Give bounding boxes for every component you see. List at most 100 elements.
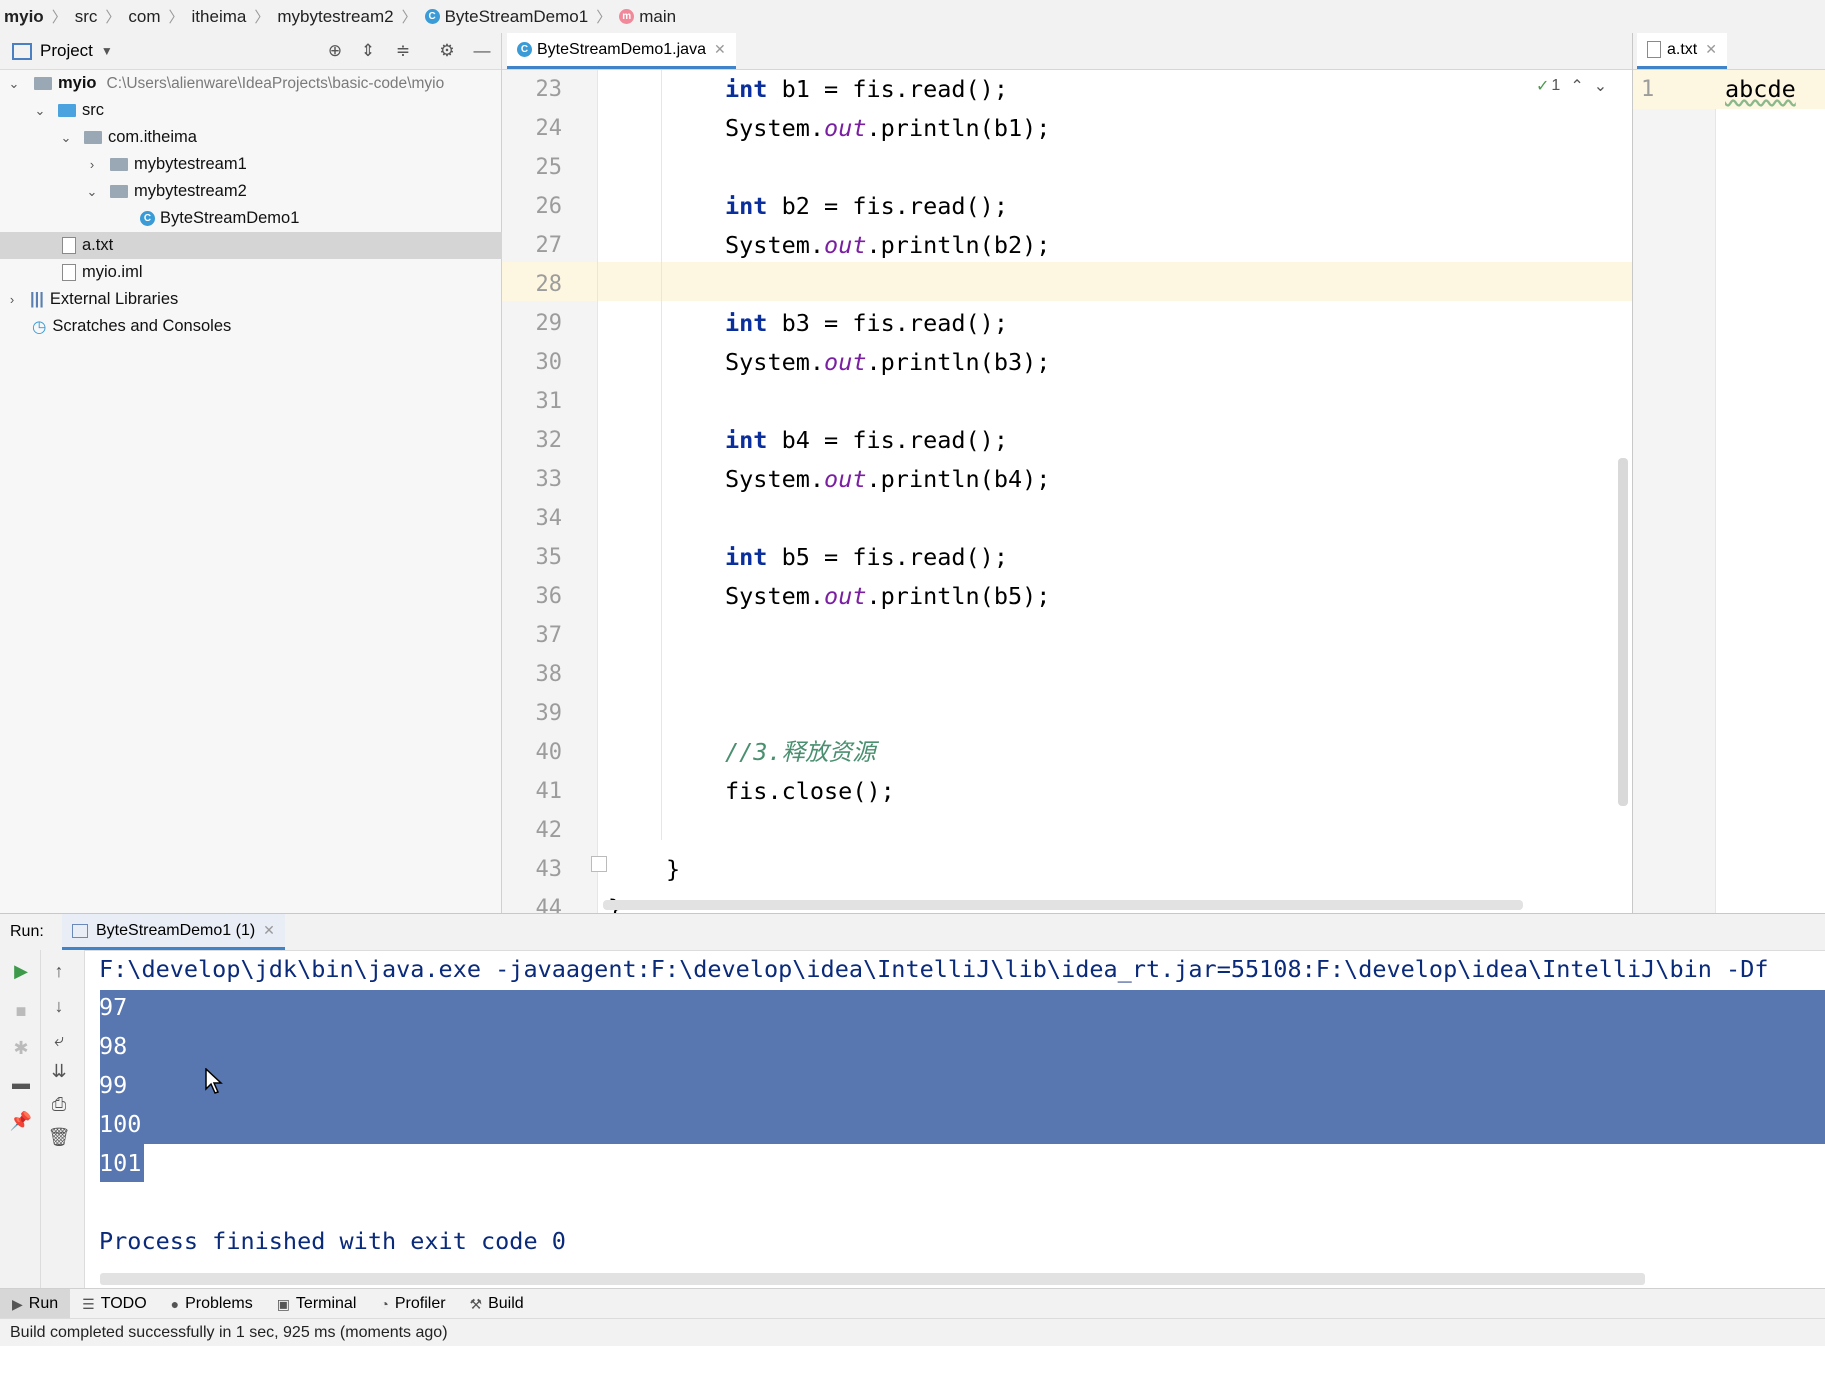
tool-terminal[interactable]: ▣ Terminal	[265, 1289, 369, 1319]
close-icon[interactable]: ✕	[714, 41, 726, 58]
class-icon: C	[517, 42, 532, 57]
breadcrumb-mybytestream2[interactable]: mybytestream2	[273, 7, 397, 27]
stop-icon[interactable]: ■	[8, 998, 34, 1024]
project-view-dropdown[interactable]: Project ▼	[12, 33, 113, 69]
tree-item-a-txt[interactable]: a.txt	[0, 232, 562, 259]
chevron-down-icon[interactable]: ⌄	[58, 130, 74, 146]
breadcrumb-main[interactable]: m main	[615, 7, 680, 27]
tree-item-myio[interactable]: ⌄ myio C:\Users\alienware\IdeaProjects\b…	[0, 70, 506, 97]
hammer-icon: ⚒	[469, 1295, 483, 1312]
down-arrow-icon[interactable]: ↓	[46, 993, 72, 1019]
chevron-down-icon[interactable]: ⌄	[84, 184, 100, 200]
method-icon: m	[619, 9, 635, 24]
tab-run-bytestreamdemo1[interactable]: ByteStreamDemo1 (1) ✕	[62, 914, 285, 950]
console-horizontal-scrollbar[interactable]	[100, 1273, 1645, 1285]
gear-icon[interactable]: ⚙	[437, 41, 457, 61]
line-number: 28	[535, 272, 563, 297]
tool-todo[interactable]: ☰ TODO	[70, 1289, 159, 1319]
hide-panel-icon[interactable]: —	[472, 41, 492, 61]
class-icon: C	[424, 9, 440, 24]
restore-layout-icon[interactable]: ✱	[8, 1035, 34, 1061]
next-highlight-icon[interactable]: ⌄	[1594, 76, 1607, 96]
line-number: 39	[535, 701, 563, 726]
breadcrumb-src[interactable]: src	[71, 7, 102, 27]
run-config-icon	[72, 923, 88, 938]
libraries-icon: |||	[30, 290, 44, 308]
expand-all-icon[interactable]: ⇕	[358, 41, 378, 61]
inspection-widget[interactable]: ✓ 1 ⌃ ⌄	[1536, 76, 1607, 96]
close-icon[interactable]: ✕	[263, 922, 275, 939]
locate-icon[interactable]: ⊕	[325, 41, 345, 61]
code-line: fis.close();	[725, 777, 895, 805]
console-output-line: 99	[99, 1071, 128, 1099]
line-number: 32	[535, 428, 563, 453]
problems-icon: ●	[170, 1296, 180, 1312]
chevron-right-icon[interactable]: ›	[84, 157, 100, 172]
editor-scrollbar[interactable]	[1618, 458, 1628, 806]
tab-bytestreamdemo1-java[interactable]: C ByteStreamDemo1.java ✕	[507, 33, 736, 69]
chevron-down-icon[interactable]: ⌄	[32, 103, 48, 119]
text-file-icon	[1647, 41, 1661, 58]
tree-item-mybytestream1[interactable]: › mybytestream1	[0, 151, 584, 178]
tool-window-bar: ▶ Run ☰ TODO ● Problems ▣ Terminal ◔ Profiler…	[0, 1288, 1825, 1319]
chevron-down-icon[interactable]: ⌄	[6, 76, 22, 92]
list-icon: ☰	[82, 1295, 95, 1312]
editor-horizontal-scrollbar[interactable]	[603, 900, 1523, 910]
breadcrumb-com[interactable]: com	[124, 7, 164, 27]
fold-marker-icon[interactable]	[591, 856, 607, 872]
console-exit-message: Process finished with exit code 0	[99, 1227, 566, 1255]
right-editor-gutter	[1633, 70, 1716, 913]
console-output-line: 100	[99, 1110, 142, 1138]
text-content[interactable]: abcde	[1725, 70, 1796, 109]
class-icon: C	[140, 211, 155, 226]
tree-item-myio-iml[interactable]: myio.iml	[0, 259, 562, 286]
right-editor-tabbar: a.txt ✕	[1633, 33, 1825, 70]
line-number: 27	[535, 233, 563, 258]
code-line: int b2 = fis.read();	[725, 192, 1008, 220]
breadcrumb-myio[interactable]: myio	[0, 7, 48, 27]
console-output[interactable]: F:\develop\jdk\bin\java.exe -javaagent:F…	[85, 950, 1825, 1288]
tab-a-txt[interactable]: a.txt ✕	[1637, 33, 1727, 69]
tree-item-mybytestream2[interactable]: ⌄ mybytestream2	[0, 178, 584, 205]
breadcrumb-bytestreamdemo1[interactable]: C ByteStreamDemo1	[421, 7, 593, 27]
tree-item-scratches[interactable]: ◷ Scratches and Consoles	[0, 313, 532, 340]
code-line: int b4 = fis.read();	[725, 426, 1008, 454]
tool-build[interactable]: ⚒ Build	[458, 1289, 536, 1319]
editor-tabbar: C ByteStreamDemo1.java ✕	[502, 33, 1632, 70]
tree-item-external-libraries[interactable]: › ||| External Libraries	[0, 286, 504, 313]
project-panel-icon	[12, 42, 32, 60]
line-number: 31	[535, 389, 563, 414]
up-arrow-icon[interactable]: ↑	[46, 958, 72, 984]
module-path: C:\Users\alienware\IdeaProjects\basic-co…	[106, 74, 445, 92]
scroll-to-end-icon[interactable]: ⇊	[46, 1058, 72, 1084]
line-number: 35	[535, 545, 563, 570]
previous-highlight-icon[interactable]: ⌃	[1570, 76, 1583, 96]
package-icon	[110, 158, 128, 171]
tool-problems[interactable]: ● Problems	[159, 1289, 265, 1319]
tree-item-src[interactable]: ⌄ src	[0, 97, 532, 124]
line-number: 1	[1641, 77, 1655, 102]
code-line: }	[666, 855, 681, 883]
breadcrumb-itheima[interactable]: itheima	[188, 7, 251, 27]
tool-run[interactable]: ▶ Run	[0, 1289, 71, 1319]
console-output-line: 101	[99, 1149, 142, 1177]
pin-icon[interactable]: 📌	[8, 1108, 34, 1134]
inspection-count: 1	[1551, 77, 1561, 94]
trash-icon[interactable]: 🗑	[46, 1124, 72, 1150]
close-icon[interactable]: ✕	[1705, 41, 1717, 58]
status-bar[interactable]: Build completed successfully in 1 sec, 9…	[0, 1318, 1825, 1346]
chevron-right-icon[interactable]: ›	[4, 292, 20, 307]
code-line: System.out.println(b4);	[725, 465, 1051, 493]
line-number: 30	[535, 350, 563, 375]
layout-icon[interactable]: ▬	[8, 1070, 34, 1096]
line-number: 36	[535, 584, 563, 609]
tool-profiler[interactable]: ◔ Profiler	[368, 1289, 457, 1319]
source-folder-icon	[58, 104, 76, 117]
code-editor[interactable]: int b1 = fis.read(); System.out.println(…	[598, 70, 1632, 913]
line-number: 25	[535, 155, 563, 180]
print-icon[interactable]: ⎙	[46, 1091, 72, 1117]
soft-wrap-icon[interactable]: ⤶	[46, 1027, 72, 1053]
tree-item-com-itheima[interactable]: ⌄ com.itheima	[0, 124, 558, 151]
rerun-icon[interactable]: ▶	[8, 958, 34, 984]
collapse-all-icon[interactable]: ≑	[393, 41, 413, 61]
